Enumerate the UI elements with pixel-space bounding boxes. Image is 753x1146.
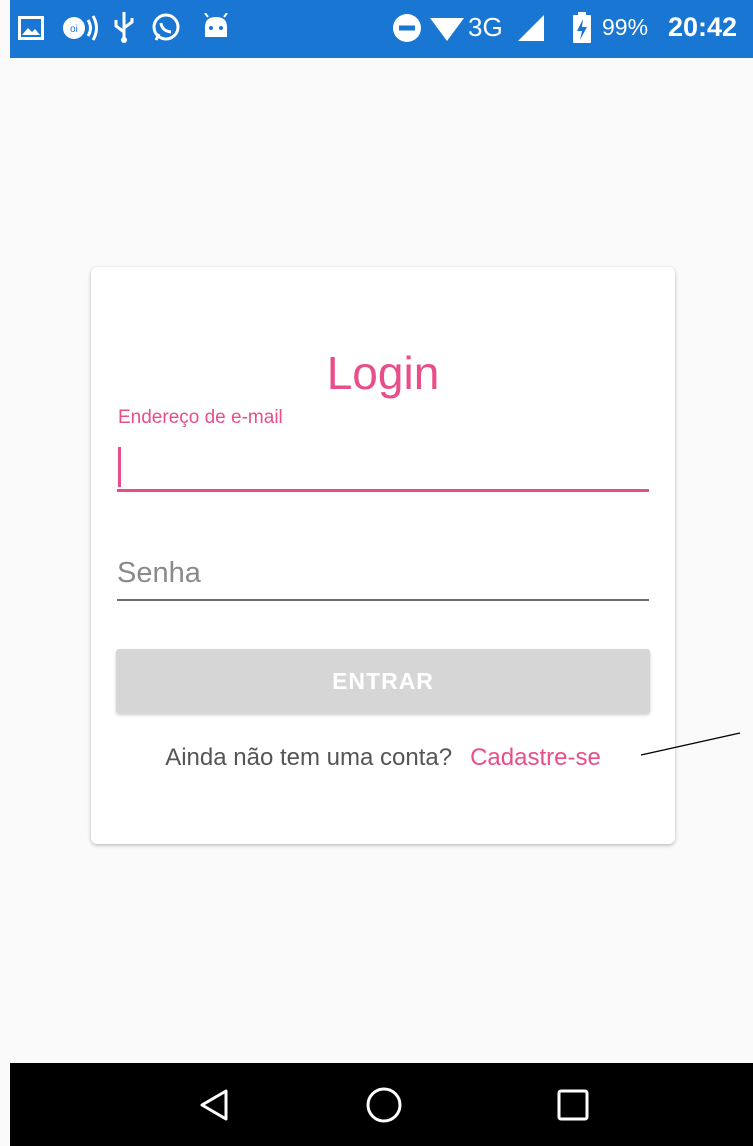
enter-button[interactable]: ENTRAR: [116, 649, 650, 713]
signup-row: Ainda não tem uma conta? Cadastre-se: [91, 744, 675, 772]
battery-charging-icon: [573, 12, 591, 43]
password-field[interactable]: [117, 547, 649, 601]
battery-percent: 99%: [602, 14, 649, 40]
status-bar: oi 3G 99% 20:42: [10, 0, 753, 58]
signal-icon: [518, 15, 544, 41]
text-cursor: [118, 447, 121, 487]
home-button[interactable]: [339, 1063, 429, 1146]
page-title: Login: [326, 347, 440, 399]
clock: 20:42: [668, 12, 738, 42]
signup-link[interactable]: Cadastre-se: [470, 744, 601, 771]
gallery-icon: [18, 16, 44, 40]
radio-icon: oi: [63, 15, 98, 41]
android-icon: [204, 13, 228, 37]
login-card: Login Endereço de e-mail ENTRAR Ainda nã…: [91, 267, 675, 844]
usb-icon: [114, 12, 134, 43]
email-field[interactable]: [117, 437, 649, 492]
signup-question: Ainda não tem uma conta?: [165, 744, 453, 771]
svg-text:oi: oi: [70, 24, 78, 35]
do-not-disturb-icon: [393, 14, 421, 42]
home-icon: [366, 1087, 402, 1122]
screen: oi 3G 99% 20:42 Login Endereço de e-mail…: [0, 0, 753, 1146]
network-type: 3G: [468, 12, 503, 42]
recents-button[interactable]: [528, 1063, 618, 1146]
navigation-bar: [10, 1063, 753, 1146]
recents-icon: [557, 1089, 589, 1120]
back-button[interactable]: [170, 1063, 260, 1146]
back-icon: [200, 1089, 228, 1120]
wifi-icon: [430, 18, 464, 41]
whatsapp-icon: [152, 13, 180, 41]
email-label: Endereço de e-mail: [118, 407, 283, 428]
